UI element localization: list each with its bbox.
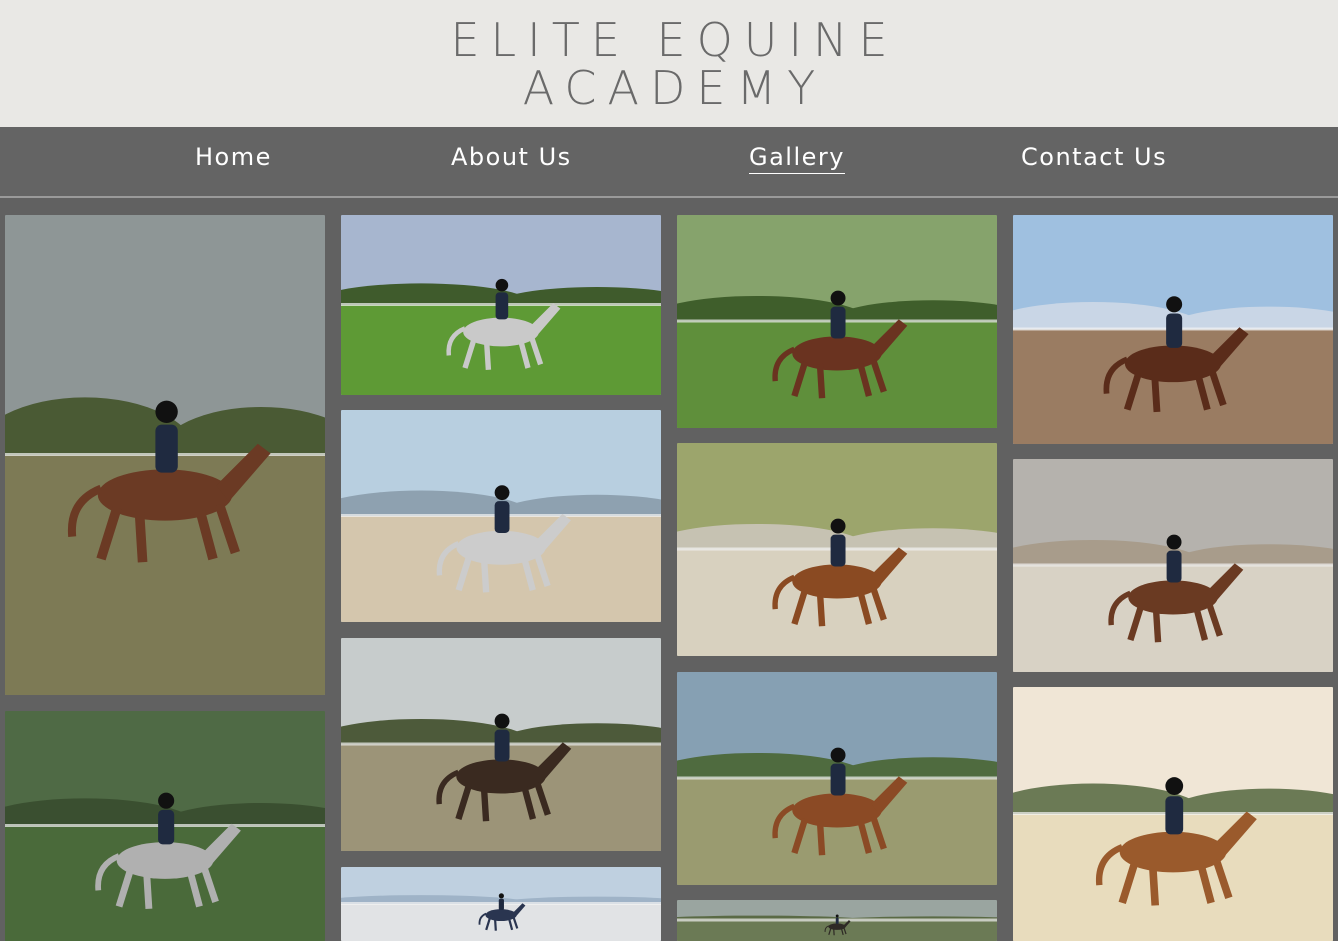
gallery-photo-bay-jumping-arena[interactable]	[677, 215, 997, 428]
photo-image	[677, 443, 997, 656]
rider-helmet	[1166, 296, 1182, 312]
rider-body	[1166, 313, 1182, 347]
gallery-photo-rider-white-jacket[interactable]	[1013, 687, 1333, 941]
photo-image	[5, 215, 325, 695]
photo-image	[341, 867, 661, 941]
photo-image	[1013, 215, 1333, 444]
rider-helmet	[496, 279, 509, 292]
gallery-photo-rider-on-grey[interactable]	[5, 711, 325, 941]
rider-helmet	[158, 793, 174, 809]
rider-body	[831, 535, 846, 567]
logo-title-line1[interactable]: ELITE EQUINE	[439, 16, 898, 64]
rider-helmet	[836, 915, 839, 918]
photo-image	[341, 215, 661, 395]
rider-body	[158, 810, 174, 845]
nav-contact-us-link[interactable]: Contact Us	[1021, 143, 1167, 173]
gallery-photo-rider-walking-field[interactable]	[5, 215, 325, 695]
logo-title-line2[interactable]: ACADEMY	[512, 64, 827, 112]
rider-body	[499, 899, 504, 910]
rider-body	[495, 501, 510, 533]
photo-image	[341, 638, 661, 851]
gallery-photo-dark-horse-jumping[interactable]	[341, 638, 661, 851]
gallery-photo-bay-jumping-stone[interactable]	[1013, 459, 1333, 672]
rider-helmet	[495, 485, 510, 500]
gallery-photo-bay-jumping-trees[interactable]	[677, 672, 997, 885]
rider-helmet	[1167, 535, 1182, 550]
photo-image	[341, 410, 661, 622]
nav-home-link[interactable]: Home	[195, 143, 272, 173]
rider-body	[496, 292, 509, 319]
photo-image	[677, 215, 997, 428]
rider-body	[155, 425, 177, 473]
rider-helmet	[831, 291, 846, 306]
photo-image	[5, 711, 325, 941]
rider-helmet	[155, 401, 177, 423]
rider-body	[495, 730, 510, 762]
rider-body	[836, 918, 839, 924]
rider-helmet	[1165, 777, 1183, 795]
main-navigation: Home About Us Gallery Contact Us	[0, 127, 1338, 198]
rider-helmet	[495, 714, 510, 729]
rider-helmet	[499, 893, 504, 898]
gallery-photo-grey-horse-jumping[interactable]	[341, 410, 661, 622]
site-header: ELITE EQUINE ACADEMY	[0, 0, 1338, 127]
nav-gallery-link[interactable]: Gallery	[749, 143, 845, 174]
photo-image	[677, 900, 997, 941]
rider-helmet	[831, 748, 846, 763]
rider-body	[831, 307, 846, 339]
rider-helmet	[831, 519, 846, 534]
gallery-photo-chestnut-jumping[interactable]	[677, 443, 997, 656]
gallery-photo-rider-dark[interactable]	[677, 900, 997, 941]
gallery-photo-bay-jumping-purple[interactable]	[1013, 215, 1333, 444]
photo-image	[1013, 459, 1333, 672]
photo-image	[677, 672, 997, 885]
rider-body	[1165, 796, 1183, 834]
rider-body	[1167, 551, 1182, 583]
photo-image	[1013, 687, 1333, 941]
gallery-photo-grey-horse-cantering[interactable]	[341, 215, 661, 395]
gallery-photo-rider-helmet-blue[interactable]	[341, 867, 661, 941]
rider-body	[831, 764, 846, 796]
nav-about-us-link[interactable]: About Us	[451, 143, 572, 173]
